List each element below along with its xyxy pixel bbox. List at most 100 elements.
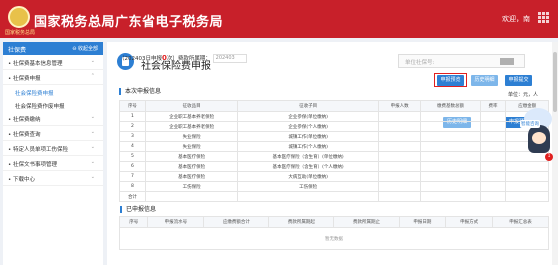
welcome-label: 欢迎，	[502, 15, 523, 23]
table-cell: 基本医疗保险	[144, 161, 239, 172]
table-cell	[420, 151, 481, 162]
table-cell	[377, 151, 422, 162]
table-cell	[505, 161, 549, 172]
sidebar-item-payment[interactable]: • 社保费缴纳 ⌄	[3, 111, 103, 126]
table-cell: 工伤保险	[237, 181, 379, 192]
col-header: 费款所属期止	[333, 216, 400, 228]
table-row: 6 基本医疗保险 基本医疗保险（含生育）(个人缴纳)	[119, 161, 549, 172]
table-cell: 4	[119, 141, 146, 152]
table-cell	[420, 181, 481, 192]
collapse-all-button[interactable]: ⊖ 收起全部	[72, 45, 98, 52]
table-row: 8 工伤保险 工伤保险	[119, 181, 549, 192]
table-cell: 大病互助(单位缴纳)	[237, 171, 379, 182]
table-cell	[479, 131, 507, 142]
col-header: 申报汇总表	[492, 216, 549, 228]
period-prefix: （202403日申报	[119, 56, 162, 62]
table-cell: 基本医疗保险（含生育）(个人缴纳)	[237, 161, 379, 172]
sidebar-item-injury[interactable]: • 特定人员单项工伤保险 ⌄	[3, 141, 103, 156]
assistant-label: 智能咨询	[520, 120, 540, 128]
table-cell	[505, 191, 549, 202]
table-cell: 1	[119, 111, 146, 122]
period-mid: 次）费款所属期：	[166, 56, 211, 62]
table-cell	[420, 141, 481, 152]
table-cell	[377, 121, 422, 132]
sidebar-header: 社保费 ⊖ 收起全部	[3, 42, 103, 55]
section-current-declare: 本次申报信息	[119, 88, 161, 95]
table-total-row: 合计	[119, 191, 549, 202]
declared-table: 序号 申报流水号 应缴费额合计 费款所属期起 费款所属期止 申报日期 申报方式 …	[118, 216, 549, 250]
unit-id-field: 单位社保号:	[398, 54, 525, 68]
table-cell: 3	[119, 131, 146, 142]
table-cell: 失业保险	[144, 141, 239, 152]
submit-declare-button[interactable]: 申报提交	[505, 75, 532, 86]
col-header: 申报日期	[398, 216, 447, 228]
chevron-down-icon: ⌄	[90, 174, 95, 180]
assistant-widget[interactable]: 智能咨询 1	[520, 108, 554, 161]
col-header: 序号	[119, 100, 146, 112]
redacted-value	[500, 58, 514, 65]
table-cell	[479, 191, 507, 202]
col-header: 申报人数	[377, 100, 422, 112]
table-cell: 2	[119, 121, 146, 132]
sidebar-item-social-insurance-declare[interactable]: 社会保险费申报	[3, 85, 103, 98]
col-header: 缴费基数总额	[420, 100, 481, 112]
chevron-down-icon: ⌄	[90, 159, 95, 165]
table-cell	[377, 191, 422, 202]
sidebar-item-query[interactable]: • 社保费查询 ⌄	[3, 126, 103, 141]
sidebar-item-basic-info[interactable]: • 社保费基本信息管理 ⌄	[3, 55, 103, 70]
assistant-avatar-icon[interactable]	[528, 125, 550, 153]
user-name[interactable]: 南	[523, 15, 530, 23]
table-cell: 6	[119, 161, 146, 172]
table-row: 7 基本医疗保险 大病互助(单位缴纳)	[119, 171, 549, 182]
chevron-up-icon: ⌃	[90, 73, 95, 79]
total-label: 合计	[119, 191, 146, 202]
table-cell	[479, 161, 507, 172]
table-cell: 企业参保(个人缴纳)	[237, 121, 379, 132]
table-header-row: 序号 征收品目 征收子目 申报人数 缴费基数总额 费率 应缴金额	[119, 100, 549, 112]
chevron-down-icon: ⌄	[90, 129, 95, 135]
table-cell	[420, 191, 481, 202]
history-detail-button-top[interactable]: 历史明细	[471, 75, 498, 86]
period-line: （202403日申报0次）费款所属期： 202403	[119, 54, 247, 63]
table-cell	[237, 191, 379, 202]
empty-text: 暂无数据	[119, 227, 549, 250]
sidebar: 社保费 ⊖ 收起全部 • 社保费基本信息管理 ⌄ • 社保费申报 ⌃ 社会保险费申报…	[3, 42, 103, 265]
table-cell: 5	[119, 151, 146, 162]
notification-badge: 1	[545, 153, 553, 161]
sidebar-item-documents[interactable]: • 社保文书事项管理 ⌄	[3, 156, 103, 171]
table-cell	[377, 161, 422, 172]
sidebar-item-void-declare[interactable]: 社会保险费作废申报	[3, 98, 103, 111]
table-cell: 企业参保(单位缴纳)	[237, 111, 379, 122]
table-cell	[505, 171, 549, 182]
table-row: 3 失业保险 城镇工作(单位缴纳)	[119, 131, 549, 142]
table-cell	[420, 131, 481, 142]
table-cell	[479, 151, 507, 162]
col-header: 申报流水号	[147, 216, 205, 228]
table-cell	[420, 121, 481, 132]
table-cell	[420, 171, 481, 182]
table-row: 1 企业职工基本养老保险 企业参保(单位缴纳)	[119, 111, 549, 122]
table-cell	[479, 171, 507, 182]
table-row: 2 企业职工基本养老保险 企业参保(个人缴纳)	[119, 121, 549, 132]
apps-grid-icon[interactable]	[538, 12, 549, 23]
table-cell: 工伤保险	[144, 181, 239, 192]
table-cell	[479, 141, 507, 152]
period-select[interactable]: 202403	[212, 54, 247, 63]
unit-id-label: 单位社保号:	[405, 60, 435, 66]
current-declare-table: 序号 征收品目 征收子目 申报人数 缴费基数总额 费率 应缴金额 1 企业职工基本…	[119, 100, 549, 202]
col-header: 序号	[118, 216, 149, 228]
table-cell: 企业职工基本养老保险	[144, 111, 239, 122]
chevron-down-icon: ⌄	[90, 144, 95, 150]
table-cell	[505, 181, 549, 192]
table-cell	[144, 191, 239, 202]
table-header-row: 序号 申报流水号 应缴费额合计 费款所属期起 费款所属期止 申报日期 申报方式 …	[118, 216, 549, 228]
table-cell: 企业职工基本养老保险	[144, 121, 239, 132]
table-row: 5 基本医疗保险 基本医疗保险（含生育）(单位缴纳)	[119, 151, 549, 162]
table-cell: 7	[119, 171, 146, 182]
welcome-text[interactable]: 欢迎，南	[502, 14, 530, 24]
sidebar-title: 社保费	[8, 47, 27, 54]
col-header: 费率	[479, 100, 507, 112]
sidebar-item-download[interactable]: • 下载中心 ⌄	[3, 171, 103, 186]
scroll-thumb[interactable]	[553, 52, 557, 112]
sidebar-item-declare[interactable]: • 社保费申报 ⌃	[3, 70, 103, 85]
